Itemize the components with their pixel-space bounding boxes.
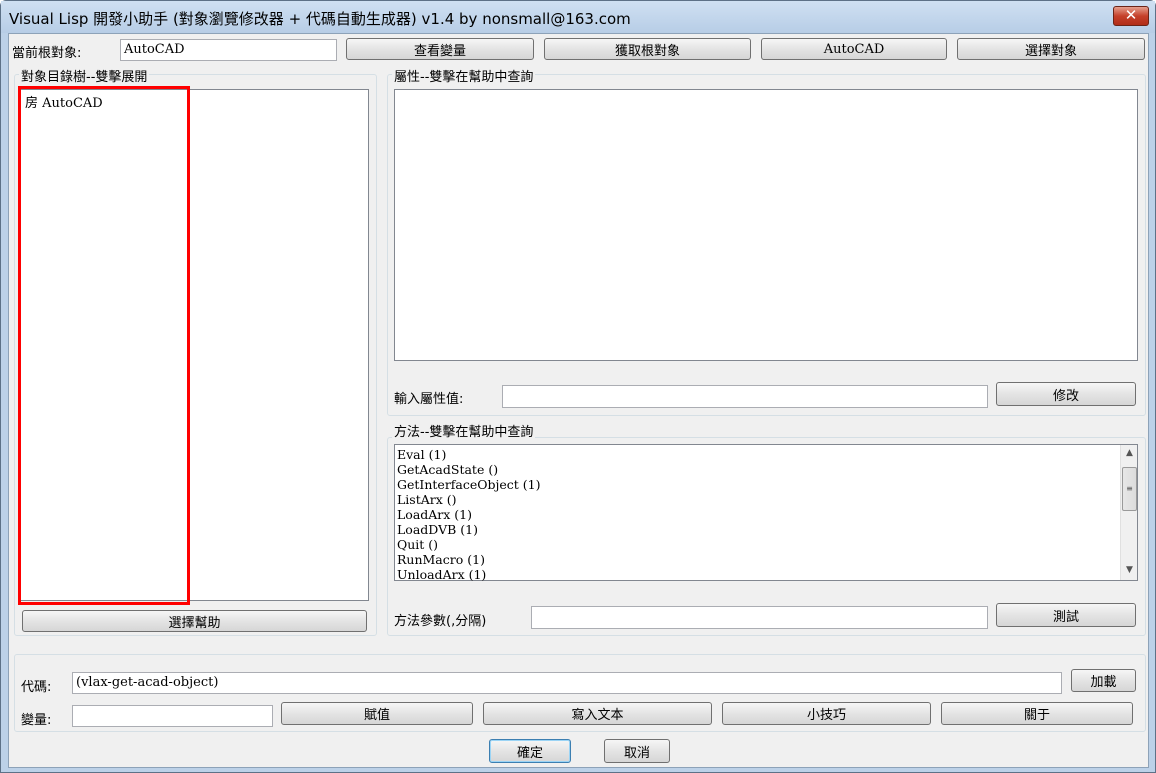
get-root-object-button[interactable]: 獲取根對象 [544, 38, 751, 60]
main-window: Visual Lisp 開發小助手 (對象瀏覽修改器 + 代碼自動生成器) v1… [0, 0, 1156, 773]
list-item[interactable]: Eval (1) [397, 447, 541, 462]
list-item[interactable]: LoadDVB (1) [397, 522, 541, 537]
tips-button[interactable]: 小技巧 [722, 702, 931, 725]
property-value-input[interactable] [502, 385, 988, 408]
view-variables-button[interactable]: 查看變量 [346, 38, 534, 60]
scroll-down-icon[interactable]: ▼ [1121, 562, 1138, 579]
code-label: 代碼: [21, 680, 52, 695]
list-item[interactable]: GetAcadState () [397, 462, 541, 477]
root-object-field[interactable]: AutoCAD [120, 39, 337, 61]
dialog-client: 當前根對象: AutoCAD 查看變量 獲取根對象 AutoCAD 選擇對象 對… [8, 33, 1149, 768]
object-tree-group-title: 對象目錄樹--雙擊展開 [19, 66, 150, 85]
window-title: Visual Lisp 開發小助手 (對象瀏覽修改器 + 代碼自動生成器) v1… [9, 10, 631, 28]
write-text-button[interactable]: 寫入文本 [483, 702, 712, 725]
root-object-label: 當前根對象: [12, 46, 82, 61]
list-item[interactable]: RunMacro (1) [397, 552, 541, 567]
list-item[interactable]: ListArx () [397, 492, 541, 507]
variable-input[interactable] [72, 705, 273, 727]
select-object-button[interactable]: 選擇對象 [957, 38, 1145, 60]
list-item[interactable]: UnloadArx (1) [397, 567, 541, 582]
autocad-button[interactable]: AutoCAD [761, 38, 947, 60]
method-param-input[interactable] [531, 606, 988, 629]
variable-label: 變量: [21, 713, 52, 728]
ok-button[interactable]: 確定 [489, 739, 571, 763]
scroll-thumb[interactable]: ≡ [1122, 467, 1137, 511]
property-value-label: 輸入屬性值: [394, 392, 464, 407]
title-bar[interactable]: Visual Lisp 開發小助手 (對象瀏覽修改器 + 代碼自動生成器) v1… [1, 1, 1155, 33]
assign-button[interactable]: 賦值 [281, 702, 473, 725]
method-param-label: 方法參數(,分隔) [394, 614, 487, 629]
select-help-button[interactable]: 選擇幫助 [22, 610, 367, 632]
methods-scrollbar[interactable]: ▲ ≡ ▼ [1120, 445, 1137, 580]
scroll-up-icon[interactable]: ▲ [1121, 445, 1138, 462]
code-field[interactable]: (vlax-get-acad-object) [72, 672, 1062, 694]
properties-list[interactable] [394, 89, 1138, 361]
about-button[interactable]: 關于 [941, 702, 1133, 725]
methods-group-title: 方法--雙擊在幫助中查詢 [392, 421, 536, 440]
cancel-button[interactable]: 取消 [604, 739, 670, 763]
properties-group-title: 屬性--雙擊在幫助中查詢 [392, 66, 536, 85]
list-item[interactable]: Quit () [397, 537, 541, 552]
methods-items: Eval (1) GetAcadState () GetInterfaceObj… [397, 447, 541, 582]
close-icon: ✕ [1124, 6, 1138, 24]
methods-list[interactable]: Eval (1) GetAcadState () GetInterfaceObj… [394, 444, 1138, 582]
close-button[interactable]: ✕ [1113, 6, 1149, 26]
list-item[interactable]: LoadArx (1) [397, 507, 541, 522]
test-button[interactable]: 測試 [996, 603, 1136, 627]
load-button[interactable]: 加載 [1071, 669, 1136, 692]
highlight-box [18, 86, 190, 605]
modify-button[interactable]: 修改 [996, 382, 1136, 406]
list-item[interactable]: GetInterfaceObject (1) [397, 477, 541, 492]
